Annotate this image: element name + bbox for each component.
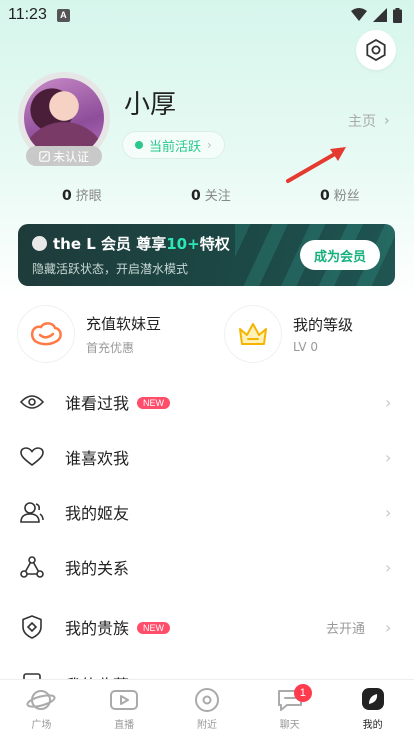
homepage-label: 主页: [348, 114, 376, 130]
tab-chat[interactable]: 1 聊天: [248, 680, 331, 736]
annotation-arrow-icon: [286, 147, 346, 183]
relation-icon: [20, 555, 44, 579]
vip-subtitle: 隐藏活跃状态，开启潜水模式: [32, 262, 189, 276]
location-icon: [194, 688, 219, 712]
chevron-right-icon: ›: [385, 557, 392, 577]
heart-icon: [20, 445, 44, 469]
menu-item-my-relations[interactable]: 我的关系 ›: [0, 542, 414, 592]
stat-following[interactable]: 0 关注: [191, 185, 231, 204]
status-time: 11:23: [8, 6, 47, 23]
planet-icon: [26, 690, 56, 710]
menu-item-my-friends[interactable]: 我的姬友 ›: [0, 487, 414, 537]
tab-label: 直播: [114, 720, 135, 731]
battery-icon: [393, 7, 402, 23]
homepage-link[interactable]: 主页 ›: [348, 111, 390, 131]
verification-label: 未认证: [52, 149, 89, 164]
wifi-icon: [351, 8, 367, 21]
menu-item-who-viewed-me[interactable]: 谁看过我 NEW ›: [0, 377, 414, 427]
settings-button[interactable]: [356, 30, 396, 70]
chevron-right-icon: ›: [385, 392, 392, 412]
signal-icon: [373, 8, 387, 22]
vip-banner[interactable]: the L 会员 尊享10+特权 隐藏活跃状态，开启潜水模式 成为会员: [18, 224, 395, 286]
status-bar: 11:23 A: [0, 0, 414, 30]
stat-label: 挤眼: [75, 189, 102, 204]
active-dot-icon: [135, 141, 143, 149]
verification-badge[interactable]: 未认证: [26, 146, 102, 166]
sim-icon: A: [56, 8, 70, 22]
menu-item-label: 谁喜欢我: [65, 449, 130, 468]
tab-live[interactable]: 直播: [83, 680, 166, 736]
menu-item-label: 谁看过我: [65, 394, 130, 413]
chevron-right-icon: ›: [207, 138, 212, 152]
menu-item-label: 我的关系: [65, 559, 130, 578]
gear-icon: [366, 39, 386, 61]
menu-item-label: 我的贵族: [65, 619, 130, 638]
stats-row: 0 挤眼 0 关注 0 粉丝: [0, 185, 414, 207]
stat-value: 0: [320, 188, 330, 204]
chevron-right-icon: ›: [384, 113, 390, 129]
feature-title: 我的等级: [293, 316, 354, 334]
new-badge: NEW: [137, 622, 171, 634]
stat-fans[interactable]: 0 粉丝: [320, 185, 360, 204]
tab-nearby[interactable]: 附近: [166, 680, 249, 736]
vip-logo-icon: [32, 236, 47, 251]
me-icon: [361, 688, 384, 710]
menu-item-my-nobility[interactable]: 我的贵族 NEW 去开通 ›: [0, 602, 414, 652]
recharge-beans-entry[interactable]: 充值软妹豆 首充优惠: [18, 305, 161, 363]
stat-winks[interactable]: 0 挤眼: [62, 185, 102, 204]
tab-label: 附近: [196, 720, 217, 731]
stat-value: 0: [62, 188, 72, 204]
feature-subtitle: LV 0: [293, 340, 319, 354]
tab-label: 我的: [362, 720, 383, 731]
stat-label: 粉丝: [333, 189, 360, 204]
chevron-right-icon: ›: [385, 617, 392, 637]
menu-item-label: 我的姬友: [65, 504, 130, 523]
feature-subtitle: 首充优惠: [86, 340, 135, 355]
chevron-right-icon: ›: [385, 447, 392, 467]
bottom-tab-bar: 广场 直播 附近 1 聊天 我的: [0, 679, 414, 736]
video-icon: [110, 690, 139, 710]
active-status-pill[interactable]: 当前活跃 ›: [122, 131, 225, 159]
feature-title: 充值软妹豆: [86, 314, 162, 333]
tab-me[interactable]: 我的: [331, 680, 414, 736]
stat-value: 0: [191, 188, 201, 204]
edit-icon: [39, 150, 50, 162]
tab-square[interactable]: 广场: [0, 680, 83, 736]
active-status-label: 当前活跃: [149, 139, 202, 155]
menu-item-who-likes-me[interactable]: 谁喜欢我 ›: [0, 432, 414, 482]
vip-title-prefix: the L 会员 尊享: [53, 235, 167, 253]
my-level-entry[interactable]: 我的等级 LV 0: [225, 305, 353, 363]
shield-icon: [20, 615, 44, 639]
vip-title-suffix: 特权: [199, 235, 230, 253]
tab-label: 广场: [31, 720, 52, 731]
become-member-button[interactable]: 成为会员: [300, 240, 380, 270]
activate-hint: 去开通: [326, 621, 366, 637]
vip-title-accent: 10+: [166, 235, 200, 253]
friends-icon: [20, 500, 44, 524]
bean-icon: [18, 306, 74, 362]
new-badge: NEW: [137, 397, 171, 409]
stat-label: 关注: [204, 189, 231, 204]
crown-icon: [225, 306, 281, 362]
eye-icon: [20, 390, 44, 414]
unread-badge: 1: [293, 684, 312, 702]
tab-label: 聊天: [279, 720, 300, 731]
username: 小厚: [124, 90, 177, 120]
vip-title: the L 会员 尊享10+特权: [32, 233, 230, 254]
chevron-right-icon: ›: [385, 502, 392, 522]
